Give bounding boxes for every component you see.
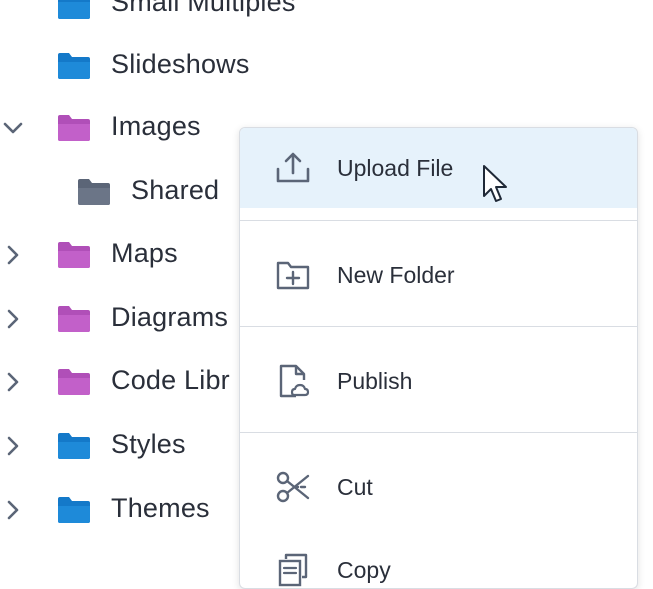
menu-divider [240,220,637,221]
folder-icon [58,497,90,523]
tree-item-label: Images [111,111,201,141]
chevron-right-icon[interactable] [0,490,26,530]
folder-icon [58,306,90,332]
menu-divider [240,432,637,433]
tree-item-small-multiples[interactable]: Small Multiples [0,0,330,26]
folder-icon [58,53,90,79]
tree-item-label: Diagrams [111,302,229,332]
menu-divider [240,326,637,327]
menu-item-label: Publish [337,367,413,394]
copy-icon [278,553,308,587]
folder-icon [78,179,110,205]
folder-icon [58,0,90,19]
menu-item-copy[interactable]: Copy [240,530,637,588]
menu-item-publish[interactable]: Publish [240,341,637,421]
chevron-down-icon[interactable] [0,108,26,148]
chevron-right-icon[interactable] [0,426,26,466]
upload-icon [276,152,310,183]
menu-item-cut[interactable]: Cut [240,447,637,527]
menu-item-upload-file[interactable]: Upload File [240,128,637,208]
new-folder-icon [276,261,310,290]
tree-item-label: Code Libr [111,365,230,395]
chevron-right-icon[interactable] [0,299,26,339]
menu-item-new-folder[interactable]: New Folder [240,235,637,315]
chevron-right-icon[interactable] [0,235,26,275]
folder-icon [58,433,90,459]
folder-icon [58,369,90,395]
scissors-icon [276,471,310,503]
context-menu: Upload File New Folder Publish Cut Copy [239,127,638,589]
folder-icon [58,242,90,268]
menu-item-label: Upload File [337,154,454,181]
tree-item-label: Themes [111,493,210,523]
menu-item-label: New Folder [337,261,455,288]
tree-item-label: Slideshows [111,49,250,79]
chevron-right-icon[interactable] [0,362,26,402]
mouse-cursor-icon [483,165,507,202]
tree-item-slideshows[interactable]: Slideshows [0,46,330,86]
menu-item-label: Copy [337,556,391,583]
tree-item-label: Styles [111,429,186,459]
menu-item-label: Cut [337,473,373,500]
publish-icon [279,364,310,398]
tree-item-label: Shared [131,175,220,205]
tree-item-label: Maps [111,238,178,268]
tree-item-label: Small Multiples [111,0,296,17]
folder-icon [58,115,90,141]
